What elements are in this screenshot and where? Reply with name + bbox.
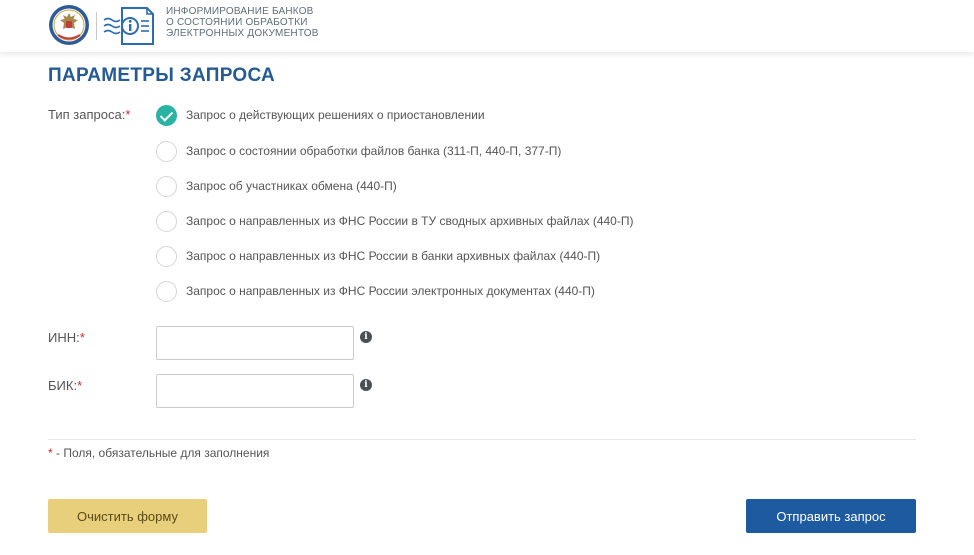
fns-emblem-icon xyxy=(49,5,89,45)
required-mark: * xyxy=(125,107,131,122)
inn-label: ИНН:* xyxy=(48,330,85,345)
request-type-option-label: Запрос о действующих решениях о приостан… xyxy=(186,108,485,122)
app-header: Информирование банков о состоянии обрабо… xyxy=(0,0,974,52)
info-icon[interactable]: i xyxy=(360,379,372,391)
page-title: Параметры запроса xyxy=(48,65,275,87)
request-type-option-label: Запрос о состоянии обработки файлов банк… xyxy=(186,144,562,158)
clear-form-button[interactable]: Очистить форму xyxy=(48,499,207,533)
bik-label-text: БИК: xyxy=(48,378,78,393)
required-fields-note: * - Поля, обязательные для заполнения xyxy=(48,446,269,460)
request-type-label-text: Тип запроса: xyxy=(48,107,126,122)
radio-unchecked-icon[interactable] xyxy=(156,280,177,302)
document-info-icon xyxy=(103,7,154,45)
request-type-option-label: Запрос о направленных из ФНС России элек… xyxy=(186,284,595,298)
form-separator xyxy=(48,439,916,440)
request-type-option-1[interactable]: Запрос о действующих решениях о приостан… xyxy=(156,104,485,126)
bik-input[interactable] xyxy=(156,374,354,408)
inn-label-text: ИНН: xyxy=(48,330,80,345)
request-type-option-label: Запрос о направленных из ФНС России в ба… xyxy=(186,249,601,263)
radio-unchecked-icon[interactable] xyxy=(156,210,177,232)
radio-unchecked-icon[interactable] xyxy=(156,175,177,197)
request-type-label: Тип запроса:* xyxy=(48,107,130,122)
request-type-option-2[interactable]: Запрос о состоянии обработки файлов банк… xyxy=(156,140,561,162)
header-title: Информирование банков о состоянии обрабо… xyxy=(166,6,319,39)
required-mark: * xyxy=(79,330,85,345)
page-title-text: Параметры запроса xyxy=(48,65,276,86)
radio-checked-icon[interactable] xyxy=(156,104,177,126)
required-fields-note-text: - Поля, обязательные для заполнения xyxy=(52,446,270,460)
request-type-option-6[interactable]: Запрос о направленных из ФНС России элек… xyxy=(156,280,595,302)
request-type-option-5[interactable]: Запрос о направленных из ФНС России в ба… xyxy=(156,245,600,267)
logo-divider xyxy=(96,12,97,40)
inn-input[interactable] xyxy=(156,326,354,360)
bik-label: БИК:* xyxy=(48,378,82,393)
required-mark: * xyxy=(77,378,83,393)
radio-unchecked-icon[interactable] xyxy=(156,245,177,267)
info-icon[interactable]: i xyxy=(360,331,372,343)
request-type-option-label: Запрос о направленных из ФНС России в ТУ… xyxy=(186,214,634,228)
request-type-option-3[interactable]: Запрос об участниках обмена (440-П) xyxy=(156,175,397,197)
request-type-option-label: Запрос об участниках обмена (440-П) xyxy=(186,179,397,193)
radio-unchecked-icon[interactable] xyxy=(156,140,177,162)
request-type-option-4[interactable]: Запрос о направленных из ФНС России в ТУ… xyxy=(156,210,633,232)
submit-request-button[interactable]: Отправить запрос xyxy=(746,499,916,533)
